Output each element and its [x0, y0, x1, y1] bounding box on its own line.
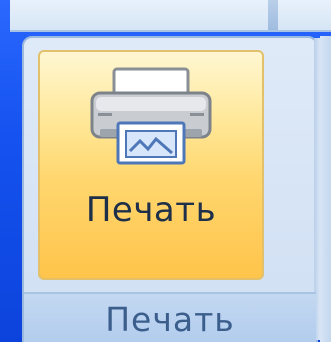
group-caption-label: Печать	[105, 300, 235, 339]
group-caption: Печать	[24, 292, 316, 342]
printer-icon	[90, 67, 212, 165]
ribbon-next-group-edge	[320, 36, 331, 342]
ribbon-top-divider	[268, 0, 278, 30]
print-button-label: Печать	[85, 190, 217, 230]
ribbon-top-strip	[10, 0, 331, 32]
screenshot-stage: Печать Печать	[0, 0, 331, 342]
